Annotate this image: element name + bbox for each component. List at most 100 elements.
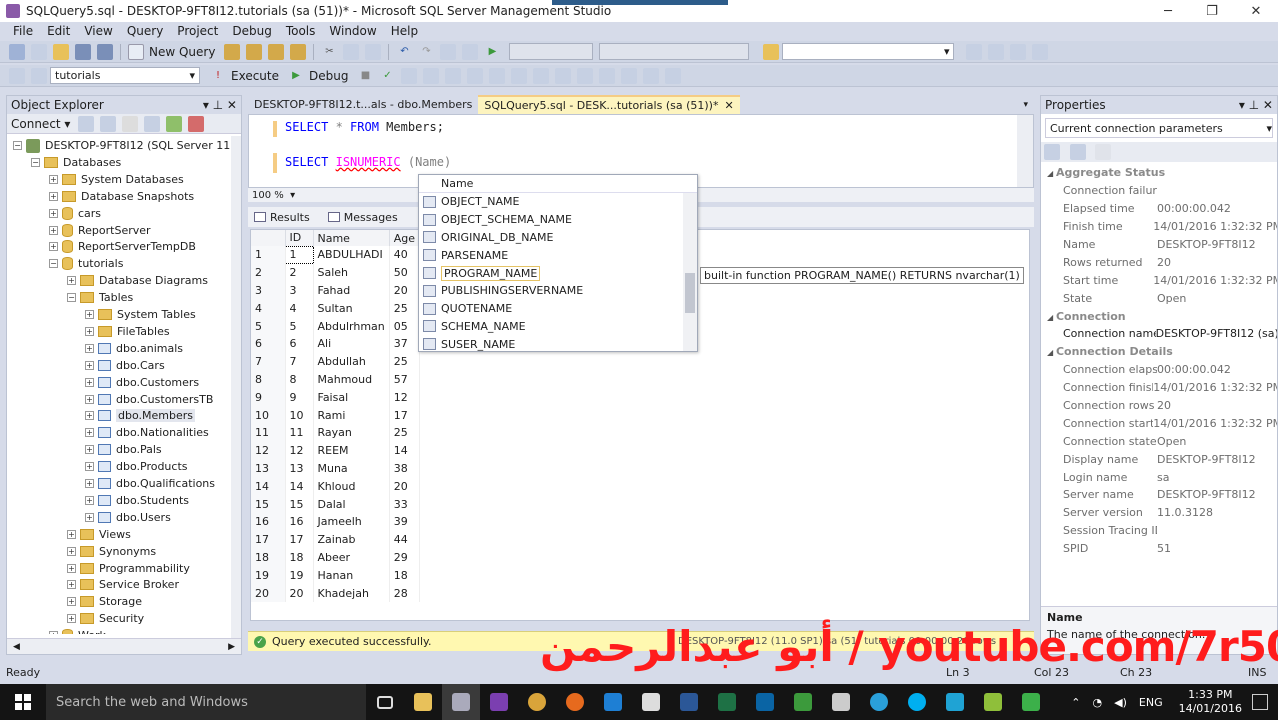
solution-explorer-icon[interactable] <box>966 43 983 60</box>
pin-icon[interactable]: ▾ ⊥ ✕ <box>1239 98 1273 112</box>
cell-age[interactable]: 25 <box>389 423 421 442</box>
cell-id[interactable]: 2 <box>285 263 314 282</box>
cell-age[interactable]: 37 <box>389 334 421 353</box>
menu-query[interactable]: Query <box>120 24 170 38</box>
properties-object-selector[interactable]: Current connection parameters ▾ <box>1045 118 1273 138</box>
xmla-query-icon[interactable] <box>290 43 307 60</box>
cell-name[interactable]: Hanan <box>313 566 390 585</box>
row-number[interactable]: 10 <box>251 406 286 424</box>
tree-node[interactable]: − tutorials <box>49 255 123 272</box>
cell-age[interactable]: 38 <box>389 459 421 478</box>
tree-node[interactable]: + Service Broker <box>67 576 179 593</box>
expand-icon[interactable]: + <box>67 614 76 624</box>
word-icon[interactable] <box>670 684 708 720</box>
row-number[interactable]: 2 <box>251 263 286 282</box>
tree-node[interactable]: + dbo.CustomersTB <box>85 391 213 408</box>
cell-id[interactable]: 9 <box>285 388 314 407</box>
table-row[interactable]: 11 11 Rayan 25 <box>251 423 421 442</box>
cell-age[interactable]: 25 <box>389 299 421 318</box>
cell-age[interactable]: 29 <box>389 548 421 567</box>
open-file-icon[interactable] <box>53 43 69 60</box>
cell-name[interactable]: Ali <box>313 334 390 353</box>
cell-age[interactable]: 44 <box>389 530 421 549</box>
property-pages-icon[interactable] <box>1095 144 1111 160</box>
tree-node[interactable]: − DESKTOP-9FT8I12 (SQL Server 11.0.3 <box>13 137 241 154</box>
results-to-grid-icon[interactable] <box>533 67 550 84</box>
expand-icon[interactable]: + <box>85 479 94 488</box>
cell-name[interactable]: Dalal <box>313 495 390 513</box>
column-header-name[interactable]: Name <box>313 230 390 246</box>
intellisense-item[interactable]: OBJECT_SCHEMA_NAME <box>419 211 697 229</box>
cell-age[interactable]: 28 <box>389 584 421 602</box>
cell-age[interactable]: 40 <box>389 246 421 264</box>
tree-node[interactable]: + Database Diagrams <box>67 272 208 289</box>
tree-node[interactable]: + Programmability <box>67 560 190 577</box>
intellisense-item[interactable]: ORIGINAL_DB_NAME <box>419 229 697 247</box>
expand-icon[interactable]: + <box>49 191 58 201</box>
property-row[interactable]: Connection rows 20 <box>1041 397 1277 415</box>
property-row[interactable]: Connection finish 14/01/2016 1:32:32 PM <box>1041 379 1277 397</box>
tree-node[interactable]: + cars <box>49 205 101 222</box>
cell-age[interactable]: 20 <box>389 281 421 300</box>
property-row[interactable]: Connection start t 14/01/2016 1:32:32 PM <box>1041 414 1277 432</box>
table-row[interactable]: 5 5 Abdulrhman 05 <box>251 317 421 335</box>
cell-id[interactable]: 16 <box>285 512 314 531</box>
cell-age[interactable]: 05 <box>389 317 421 335</box>
camtasia-icon[interactable] <box>784 684 822 720</box>
menu-debug[interactable]: Debug <box>225 24 278 38</box>
tree-node[interactable]: + dbo.Products <box>85 458 188 475</box>
tree-node[interactable]: + dbo.Users <box>85 509 171 526</box>
expand-icon[interactable]: + <box>85 495 94 505</box>
cell-name[interactable]: Zainab <box>313 530 390 549</box>
uncomment-icon[interactable] <box>599 67 616 84</box>
toolbox-icon[interactable] <box>1032 43 1049 60</box>
table-row[interactable]: 15 15 Dalal 33 <box>251 495 421 513</box>
row-number[interactable]: 18 <box>251 548 286 567</box>
menu-tools[interactable]: Tools <box>279 24 323 38</box>
editor-vertical-scrollbar[interactable] <box>1017 115 1033 187</box>
disconnect-icon[interactable] <box>100 115 117 132</box>
cell-id[interactable]: 15 <box>285 495 314 513</box>
tree-node[interactable]: + ReportServerTempDB <box>49 238 196 255</box>
cell-age[interactable]: 57 <box>389 370 421 389</box>
intellisense-item[interactable]: SCHEMA_NAME <box>419 318 697 336</box>
volume-icon[interactable]: ◀) <box>1114 696 1127 709</box>
sql-tool-icon[interactable] <box>936 684 974 720</box>
expand-icon[interactable]: + <box>85 462 94 472</box>
object-explorer-icon[interactable] <box>1010 43 1027 60</box>
menu-window[interactable]: Window <box>322 24 383 38</box>
redo-icon[interactable]: ↷ <box>418 44 434 60</box>
tree-node[interactable]: + dbo.Members <box>85 407 195 424</box>
property-row[interactable]: Server name DESKTOP-9FT8I12 <box>1041 486 1277 504</box>
cell-id[interactable]: 12 <box>285 441 314 460</box>
cell-id[interactable]: 7 <box>285 352 314 371</box>
expand-icon[interactable]: + <box>85 428 94 438</box>
expand-icon[interactable]: + <box>49 225 58 235</box>
store-icon[interactable] <box>632 684 670 720</box>
clock[interactable]: 1:33 PM 14/01/2016 <box>1179 688 1242 716</box>
tree-node[interactable]: + Work <box>49 627 106 634</box>
property-row[interactable]: Connection state Open <box>1041 432 1277 450</box>
navigate-icon[interactable] <box>440 43 457 60</box>
pin-icon[interactable]: ▾ ⊥ ✕ <box>203 98 237 112</box>
stop-icon[interactable] <box>122 115 139 132</box>
row-number[interactable]: 11 <box>251 423 286 442</box>
table-row[interactable]: 10 10 Rami 17 <box>251 406 421 424</box>
property-row[interactable]: Name DESKTOP-9FT8I12 <box>1041 236 1277 254</box>
db-engine-query-icon[interactable] <box>224 43 241 60</box>
tree-node[interactable]: + Synonyms <box>67 543 156 560</box>
expand-icon[interactable]: + <box>85 310 94 319</box>
increase-indent-icon[interactable] <box>643 67 660 84</box>
row-number[interactable]: 20 <box>251 584 286 602</box>
row-number[interactable]: 6 <box>251 334 286 353</box>
cancel-query-icon[interactable]: ■ <box>357 68 373 84</box>
cell-age[interactable]: 39 <box>389 512 421 531</box>
table-row[interactable]: 3 3 Fahad 20 <box>251 281 421 300</box>
tree-node[interactable]: + dbo.Students <box>85 492 189 509</box>
row-number[interactable]: 17 <box>251 530 286 549</box>
firefox-icon[interactable] <box>556 684 594 720</box>
taskbar-search[interactable]: Search the web and Windows <box>46 684 366 720</box>
cell-name[interactable]: ABDULHADI <box>313 246 390 264</box>
tree-node[interactable]: + Database Snapshots <box>49 188 194 205</box>
table-row[interactable]: 20 20 Khadejah 28 <box>251 584 421 602</box>
